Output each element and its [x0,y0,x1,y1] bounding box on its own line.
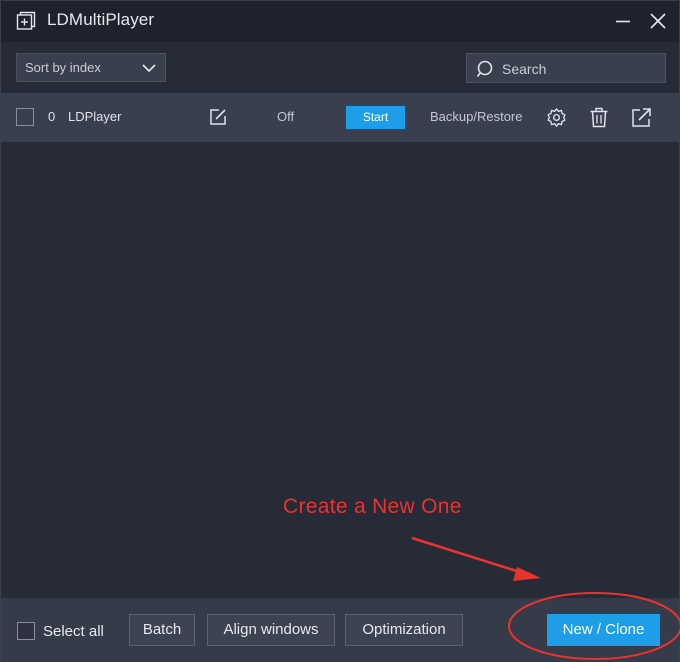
player-status: Off [277,109,295,124]
edit-icon[interactable] [208,107,228,127]
annotation-text: Create a New One [283,495,462,518]
gear-icon[interactable] [546,107,567,128]
player-name: LDPlayer [68,109,122,124]
app-logo-icon [16,11,36,30]
start-button[interactable]: Start [346,106,405,129]
new-clone-button[interactable]: New / Clone [547,614,660,646]
player-row: 0 LDPlayer Off Start Backup/Restore [1,93,679,142]
select-all-checkbox[interactable] [17,622,35,640]
search-icon [476,60,493,78]
search-input[interactable]: Search [466,53,666,83]
footer-bar: Select all Batch Align windows Optimizat… [1,598,679,662]
share-icon[interactable] [631,107,652,128]
player-index: 0 [48,109,56,124]
chevron-down-icon [142,64,156,73]
player-list: 0 LDPlayer Off Start Backup/Restore Crea… [1,93,679,598]
optimization-button[interactable]: Optimization [345,614,463,646]
select-all-label[interactable]: Select all [43,623,104,640]
sort-dropdown-value: Sort by index [25,60,101,75]
ldmultiplayer-window: LDMultiPlayer Sort by index Search 0 LDP… [0,0,680,662]
trash-icon[interactable] [589,107,609,128]
sort-dropdown[interactable]: Sort by index [16,53,166,82]
toolbar: Sort by index Search [1,42,679,93]
batch-button[interactable]: Batch [129,614,195,646]
align-windows-button[interactable]: Align windows [207,614,335,646]
window-title: LDMultiPlayer [47,10,155,29]
player-checkbox[interactable] [16,108,34,126]
minimize-icon[interactable] [613,11,633,31]
title-bar: LDMultiPlayer [1,1,679,42]
backup-restore-link[interactable]: Backup/Restore [430,109,523,124]
search-placeholder: Search [502,61,547,77]
close-icon[interactable] [648,11,668,31]
